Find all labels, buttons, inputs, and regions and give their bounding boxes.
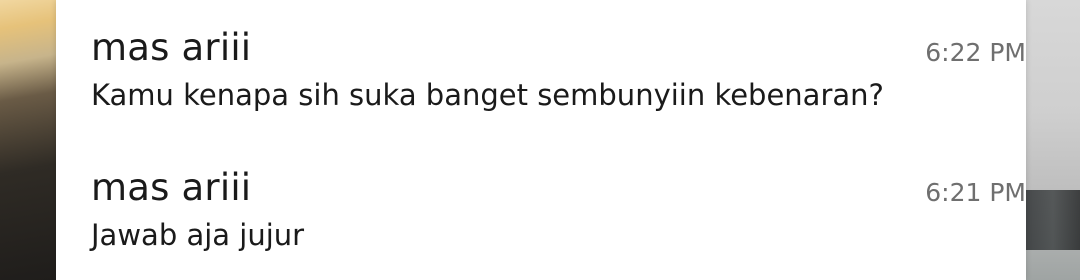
notification-message: Kamu kenapa sih suka banget sembunyiin k… — [91, 78, 884, 112]
notification-time: 6:22 PM — [925, 38, 1026, 67]
notification-message: Jawab aja jujur — [91, 218, 305, 252]
notification-time: 6:21 PM — [925, 178, 1026, 207]
notification-sender: mas ariii — [91, 26, 252, 69]
notification-item[interactable]: mas ariii 6:22 PM Kamu kenapa sih suka b… — [91, 0, 1026, 120]
notification-panel: mas ariii 6:22 PM Kamu kenapa sih suka b… — [56, 0, 1026, 280]
notification-sender: mas ariii — [91, 166, 252, 209]
wallpaper-left-strip — [0, 0, 56, 280]
notification-item[interactable]: mas ariii 6:21 PM Jawab aja jujur — [91, 140, 1026, 260]
wallpaper-right-detail — [1026, 190, 1080, 250]
